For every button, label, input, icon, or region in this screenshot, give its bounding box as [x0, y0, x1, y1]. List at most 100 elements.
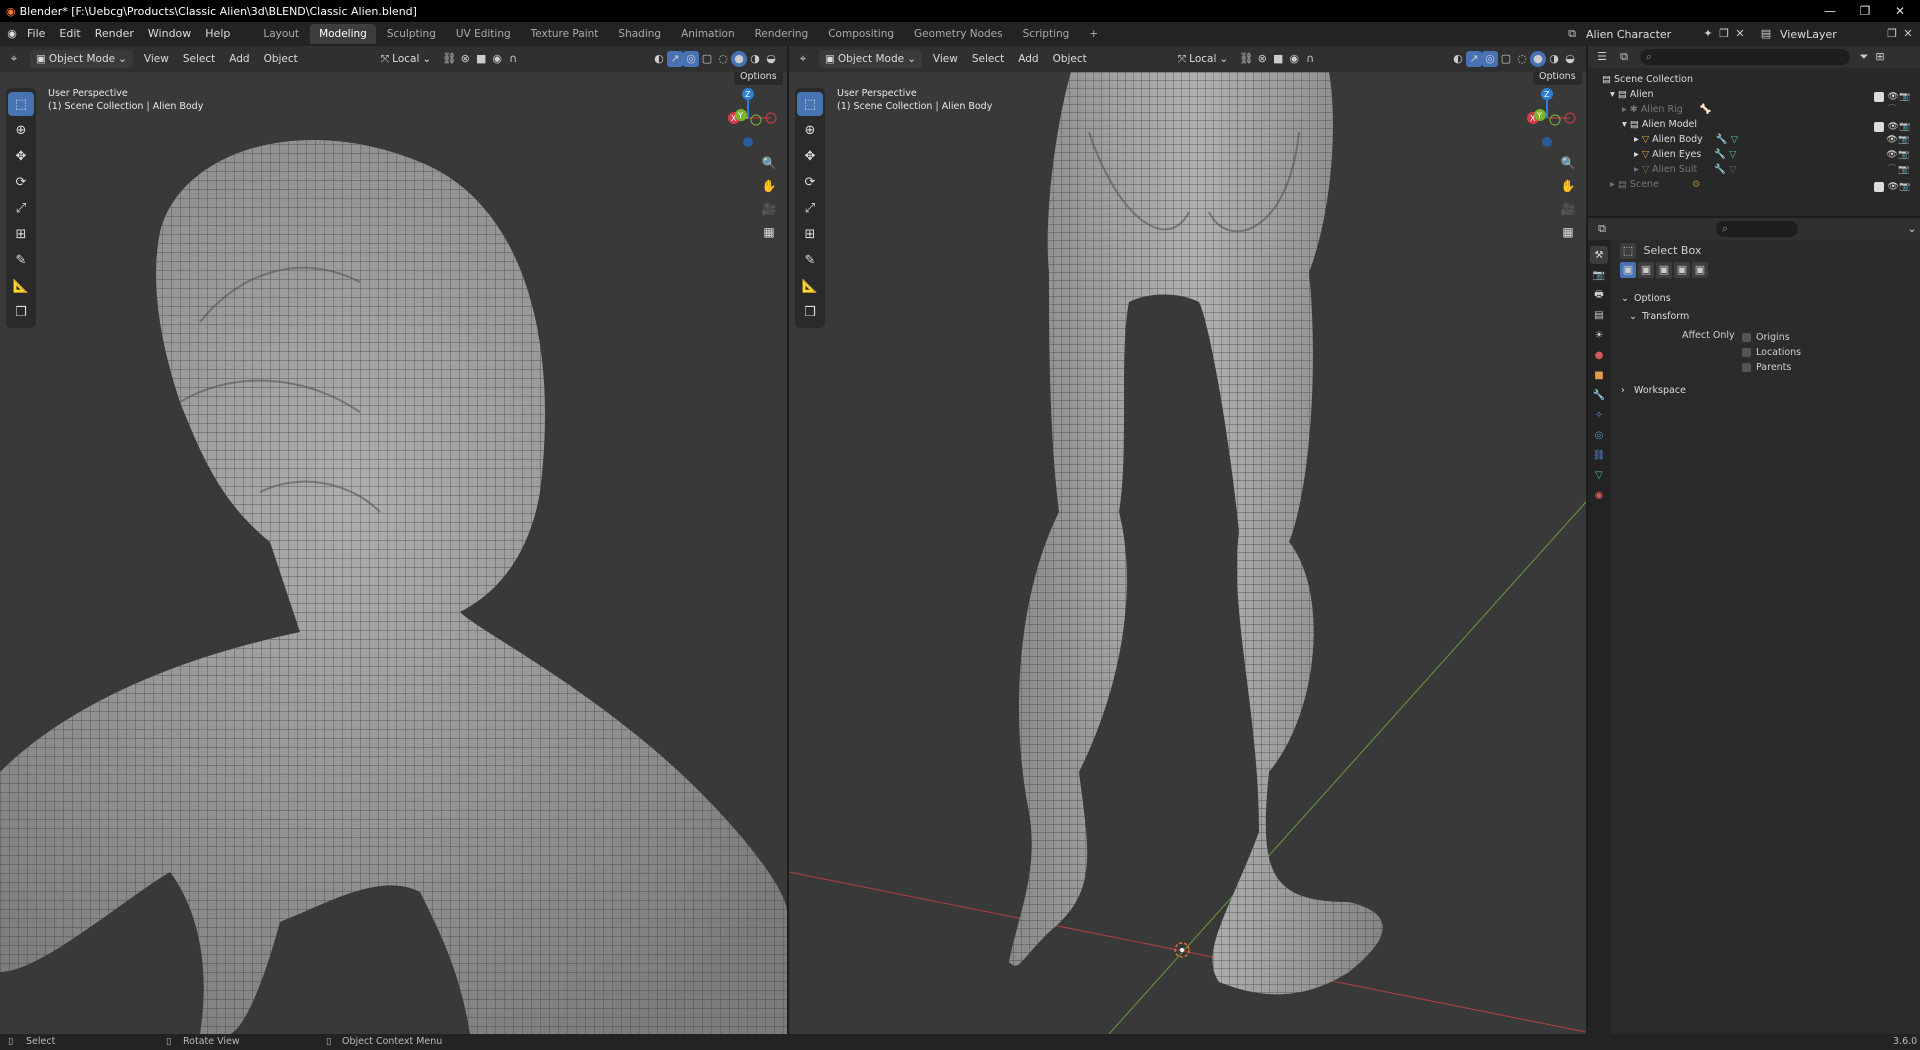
outliner-search[interactable]: ⌕: [1640, 49, 1850, 65]
navigation-gizmo[interactable]: Z X Y: [1515, 86, 1579, 150]
visibility-icon[interactable]: ◐: [651, 51, 667, 67]
outliner-item-alien-eyes[interactable]: ▸ ▽ Alien Eyes 🔧 ▽ 👁📷: [1588, 147, 1920, 162]
zoom-icon[interactable]: 🔍: [758, 152, 780, 174]
blender-menu-icon[interactable]: ◉: [4, 26, 20, 42]
exclude-checkbox[interactable]: [1874, 91, 1884, 102]
eye-icon[interactable]: ⌒: [1886, 163, 1898, 178]
mode-intersect-icon[interactable]: ▣: [1692, 262, 1708, 278]
outliner-item-alien-model[interactable]: ▾ ▤ Alien Model 👁📷: [1588, 117, 1920, 132]
shading-material-icon[interactable]: ◑: [1546, 51, 1562, 67]
mode-extend-icon[interactable]: ▣: [1638, 262, 1654, 278]
pivot-icon[interactable]: ⛓: [441, 51, 457, 67]
camera-icon[interactable]: 📷: [1898, 148, 1910, 163]
pin-icon[interactable]: ✦: [1700, 26, 1716, 42]
rotate-tool[interactable]: ⟳: [797, 170, 823, 194]
shading-solid-icon[interactable]: ●: [731, 51, 747, 67]
left-viewport[interactable]: User Perspective (1) Scene Collection | …: [0, 72, 787, 1034]
outliner-item-scene-collection[interactable]: ▤ Scene Collection: [1588, 72, 1920, 87]
shading-wireframe-icon[interactable]: ◌: [715, 51, 731, 67]
ortho-grid-icon[interactable]: ▦: [758, 221, 780, 243]
pan-icon[interactable]: ✋: [758, 175, 780, 197]
xray-icon[interactable]: ▢: [699, 51, 715, 67]
menu-select[interactable]: Select: [965, 46, 1011, 72]
visibility-icon[interactable]: ◐: [1450, 51, 1466, 67]
xray-icon[interactable]: ▢: [1498, 51, 1514, 67]
shading-wireframe-icon[interactable]: ◌: [1514, 51, 1530, 67]
render-tab-icon[interactable]: 📷: [1590, 266, 1608, 284]
mode-select[interactable]: ▣ Object Mode ⌄: [30, 50, 133, 68]
new-collection-icon[interactable]: ⊞: [1872, 49, 1888, 65]
workspace-panel-header[interactable]: › Workspace: [1616, 382, 1916, 400]
select-box-tool[interactable]: ⬚: [8, 92, 34, 116]
delete-view-layer-icon[interactable]: ✕: [1900, 26, 1916, 42]
options-button[interactable]: Options: [1533, 72, 1582, 85]
outliner-item-alien-suit[interactable]: ▸ ▽ Alien Suit 🔧 ▽ ⌒ 📷: [1588, 162, 1920, 177]
pan-icon[interactable]: ✋: [1557, 175, 1579, 197]
annotate-tool[interactable]: ✎: [8, 248, 34, 272]
output-tab-icon[interactable]: 🖶: [1590, 286, 1608, 304]
outliner-item-alien-body[interactable]: ▸ ▽ Alien Body 🔧 ▽ 👁📷: [1588, 132, 1920, 147]
expand-icon[interactable]: ▾: [1610, 89, 1615, 100]
eye-icon[interactable]: 👁: [1887, 180, 1899, 195]
data-tab-icon[interactable]: ▽: [1590, 466, 1608, 484]
rotate-tool[interactable]: ⟳: [8, 170, 34, 194]
world-tab-icon[interactable]: ●: [1590, 346, 1608, 364]
menu-render[interactable]: Render: [88, 22, 141, 46]
zoom-icon[interactable]: 🔍: [1557, 152, 1579, 174]
outliner-item-alien-rig[interactable]: ▸ ✱ Alien Rig 🦴 ⌒: [1588, 102, 1920, 117]
locations-checkbox[interactable]: Locations: [1742, 345, 1801, 360]
properties-search[interactable]: ⌕: [1716, 221, 1798, 237]
annotate-tool[interactable]: ✎: [797, 248, 823, 272]
menu-view[interactable]: View: [137, 46, 176, 72]
scale-tool[interactable]: ⤢: [797, 196, 823, 220]
display-mode-icon[interactable]: ⧉: [1616, 49, 1632, 65]
tab-modeling[interactable]: Modeling: [310, 24, 376, 44]
transform-tool[interactable]: ⊞: [8, 222, 34, 246]
overlay-toggle-icon[interactable]: ◎: [1482, 51, 1498, 67]
expand-icon[interactable]: ▸: [1622, 104, 1627, 115]
material-tab-icon[interactable]: ◉: [1590, 486, 1608, 504]
parents-checkbox[interactable]: Parents: [1742, 360, 1801, 375]
eye-icon[interactable]: 👁: [1886, 133, 1898, 148]
tab-animation[interactable]: Animation: [672, 24, 744, 44]
gizmo-toggle-icon[interactable]: ↗: [1466, 51, 1482, 67]
tab-rendering[interactable]: Rendering: [746, 24, 818, 44]
menu-help[interactable]: Help: [198, 22, 237, 46]
restore-icon[interactable]: ❐: [1850, 0, 1880, 22]
particles-tab-icon[interactable]: ✧: [1590, 406, 1608, 424]
expand-icon[interactable]: ▾: [1622, 119, 1627, 130]
menu-file[interactable]: File: [20, 22, 52, 46]
shading-solid-icon[interactable]: ●: [1530, 51, 1546, 67]
tool-tab-icon[interactable]: ⚒: [1590, 246, 1608, 264]
mode-invert-icon[interactable]: ▣: [1674, 262, 1690, 278]
falloff-icon[interactable]: ∩: [505, 51, 521, 67]
proportional-edit-icon[interactable]: ◉: [1286, 51, 1302, 67]
transform-orientation-select[interactable]: ⤧ Local ⌄: [375, 50, 437, 68]
menu-object[interactable]: Object: [257, 46, 305, 72]
tab-scripting[interactable]: Scripting: [1014, 24, 1079, 44]
transform-subpanel-header[interactable]: ⌄ Transform: [1616, 308, 1916, 326]
scene-tab-icon[interactable]: ☀: [1590, 326, 1608, 344]
select-box-tool[interactable]: ⬚: [797, 92, 823, 116]
gizmo-toggle-icon[interactable]: ↗: [667, 51, 683, 67]
menu-view[interactable]: View: [926, 46, 965, 72]
eye-icon[interactable]: 👁: [1886, 148, 1898, 163]
tab-compositing[interactable]: Compositing: [819, 24, 903, 44]
measure-tool[interactable]: 📐: [8, 274, 34, 298]
proportional-edit-icon[interactable]: ◉: [489, 51, 505, 67]
right-viewport[interactable]: User Perspective (1) Scene Collection | …: [789, 72, 1586, 1034]
transform-tool[interactable]: ⊞: [797, 222, 823, 246]
tab-geometry-nodes[interactable]: Geometry Nodes: [905, 24, 1012, 44]
tab-texture-paint[interactable]: Texture Paint: [522, 24, 608, 44]
camera-icon[interactable]: 📷: [1898, 133, 1910, 148]
filter-icon[interactable]: ⏷: [1856, 49, 1872, 65]
add-cube-tool[interactable]: ❒: [797, 300, 823, 324]
cursor-tool[interactable]: ⊕: [8, 118, 34, 142]
mode-set-icon[interactable]: ▣: [1620, 262, 1636, 278]
view-layer-name[interactable]: ViewLayer: [1774, 28, 1884, 41]
new-view-layer-icon[interactable]: ❐: [1884, 26, 1900, 42]
menu-object[interactable]: Object: [1046, 46, 1094, 72]
snap-target-icon[interactable]: ■: [1270, 51, 1286, 67]
expand-icon[interactable]: ▸: [1634, 134, 1639, 145]
snap-icon[interactable]: ⊗: [1254, 51, 1270, 67]
